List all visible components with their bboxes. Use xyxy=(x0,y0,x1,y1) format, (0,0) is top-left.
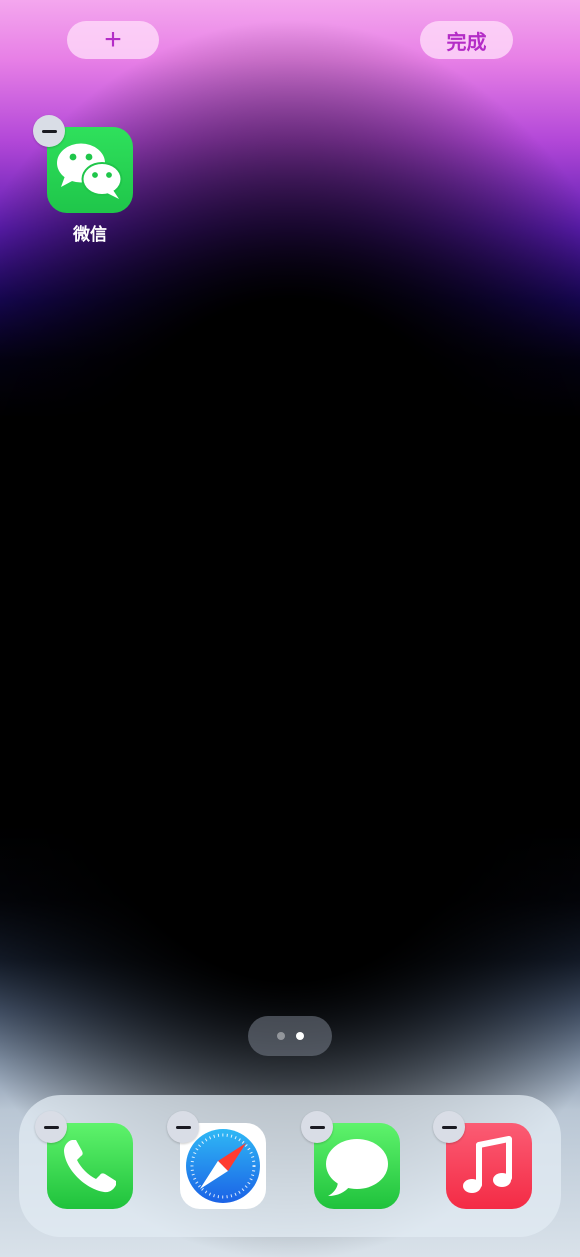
dock-app-phone[interactable] xyxy=(35,1111,133,1209)
remove-app-button[interactable] xyxy=(301,1111,333,1143)
dock-app-messages[interactable] xyxy=(301,1111,400,1209)
dock-app-safari[interactable] xyxy=(167,1111,266,1209)
minus-icon xyxy=(43,1125,59,1129)
minus-icon xyxy=(41,129,57,133)
page-dot xyxy=(276,1032,285,1040)
remove-app-button[interactable] xyxy=(167,1111,199,1143)
add-label: + xyxy=(104,23,122,56)
remove-app-button[interactable] xyxy=(33,115,65,147)
done-label: 完成 xyxy=(446,31,487,54)
dock-app-music[interactable] xyxy=(433,1111,532,1209)
minus-icon xyxy=(175,1125,191,1129)
page-indicator[interactable] xyxy=(248,1016,332,1056)
minus-icon xyxy=(441,1125,457,1129)
app-wechat[interactable]: 微信 xyxy=(33,115,133,245)
page-dot-current xyxy=(295,1032,304,1040)
minus-icon xyxy=(309,1125,325,1129)
remove-app-button[interactable] xyxy=(35,1111,67,1143)
app-label: 微信 xyxy=(73,225,107,244)
remove-app-button[interactable] xyxy=(433,1111,465,1143)
done-button[interactable]: 完成 xyxy=(420,21,513,59)
add-widget-button[interactable]: + xyxy=(67,21,159,59)
